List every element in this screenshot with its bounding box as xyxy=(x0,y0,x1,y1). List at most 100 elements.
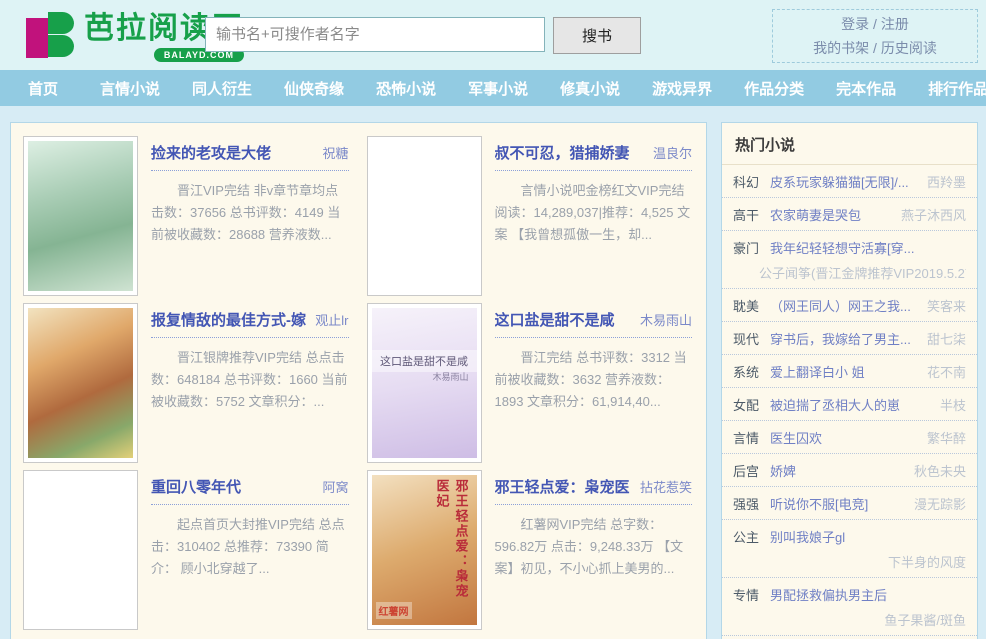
hot-author: 西羚墨 xyxy=(927,172,966,191)
book-cover-art xyxy=(28,475,133,625)
book-cover-art xyxy=(28,308,133,458)
hot-author: 燕子沐西风 xyxy=(901,205,966,224)
hot-list-item: 强强 听说你不服[电竞] 漫无踪影 xyxy=(722,487,977,520)
bookshelf-history-link[interactable]: 我的书架 / 历史阅读 xyxy=(813,38,937,58)
book-cover[interactable] xyxy=(23,470,138,630)
hot-title-link[interactable]: 娇婢 xyxy=(770,461,908,480)
hot-item-main: 公主 别叫我娘子gl xyxy=(733,527,966,546)
book-card: 报复情敌的最佳方式-嫁 观止lr 晋江银牌推荐VIP完结 总点击数：648184… xyxy=(23,301,357,468)
search-button[interactable]: 搜书 xyxy=(553,17,641,54)
hot-category-tag: 强强 xyxy=(733,494,770,513)
nav-item-cultivation[interactable]: 修真小说 xyxy=(544,78,636,99)
nav-item-completed[interactable]: 完本作品 xyxy=(820,78,912,99)
hot-title-link[interactable]: （网王同人）网王之我... xyxy=(770,296,921,315)
hot-author: 繁华醉 xyxy=(927,428,966,447)
book-author-link[interactable]: 观止lr xyxy=(309,310,348,329)
nav-item-horror[interactable]: 恐怖小说 xyxy=(360,78,452,99)
book-title-link[interactable]: 报复情敌的最佳方式-嫁 xyxy=(151,309,306,330)
hot-title-link[interactable]: 医生囚欢 xyxy=(770,428,921,447)
hot-title-link[interactable]: 皮系玩家躲猫猫[无限]/... xyxy=(770,172,921,191)
hot-item-main: 豪门 我年纪轻轻想守活寡[穿... xyxy=(733,238,966,257)
hot-title-link[interactable]: 别叫我娘子gl xyxy=(770,527,960,546)
book-cover[interactable] xyxy=(23,136,138,296)
main-nav: 首页 言情小说 同人衍生 仙侠奇缘 恐怖小说 军事小说 修真小说 游戏异界 作品… xyxy=(0,70,986,106)
book-description: 晋江VIP完结 非v章节章均点击数：37656 总书评数：4149 当前被收藏数… xyxy=(151,180,349,246)
hot-author: 甜七柒 xyxy=(927,329,966,348)
book-info: 捡来的老攻是大佬 祝糖 晋江VIP完结 非v章节章均点击数：37656 总书评数… xyxy=(138,136,357,301)
hot-item-main: 言情 医生囚欢 繁华醉 xyxy=(733,428,966,447)
hot-list-item: 公主 别叫我娘子gl 下半身的风度 xyxy=(722,520,977,578)
hot-list-item: 现代 穿书后，我嫁给了男主... 甜七柒 xyxy=(722,322,977,355)
hot-title-link[interactable]: 我年纪轻轻想守活寡[穿... xyxy=(770,238,960,257)
cover-art-text: 邪王轻点爱：枭宠医妃 xyxy=(433,479,471,609)
book-title-link[interactable]: 邪王轻点爱：枭宠医 xyxy=(495,476,630,497)
hot-category-tag: 专情 xyxy=(733,585,770,604)
book-head: 捡来的老攻是大佬 祝糖 xyxy=(151,142,349,171)
hot-category-tag: 公主 xyxy=(733,527,770,546)
book-card: 邪王轻点爱：枭宠医妃红薯网 邪王轻点爱：枭宠医 拈花惹笑 红薯网VIP完结 总字… xyxy=(367,468,701,635)
book-title-link[interactable]: 捡来的老攻是大佬 xyxy=(151,142,271,163)
hot-item-main: 专情 男配拯救偏执男主后 xyxy=(733,585,966,604)
hot-category-tag: 系统 xyxy=(733,362,770,381)
hot-item-main: 系统 爱上翻译白小 姐 花不南 xyxy=(733,362,966,381)
book-author-link[interactable]: 温良尔 xyxy=(647,143,692,162)
nav-item-military[interactable]: 军事小说 xyxy=(452,78,544,99)
nav-item-romance[interactable]: 言情小说 xyxy=(84,78,176,99)
book-title-link[interactable]: 这口盐是甜不是咸 xyxy=(495,309,615,330)
book-description: 言情小说吧金榜红文VIP完结 阅读：14,289,037|推荐：4,525 文案… xyxy=(495,180,693,246)
nav-item-xianxia[interactable]: 仙侠奇缘 xyxy=(268,78,360,99)
book-cover[interactable]: 邪王轻点爱：枭宠医妃红薯网 xyxy=(367,470,482,630)
hot-list-item: 耽美 （网王同人）网王之我... 笑客来 xyxy=(722,289,977,322)
logo-mark-icon xyxy=(26,12,76,58)
hot-title-link[interactable]: 被迫揣了丞相大人的崽 xyxy=(770,395,934,414)
search-input[interactable] xyxy=(205,17,545,52)
hot-panel-title: 热门小说 xyxy=(722,123,977,165)
user-links-box: 登录 / 注册 我的书架 / 历史阅读 xyxy=(772,9,978,63)
top-header: 芭拉阅读网 BALAYD.COM 搜书 登录 / 注册 我的书架 / 历史阅读 xyxy=(0,0,986,70)
book-description: 起点首页大封推VIP完结 总点击：310402 总推荐：73390 简介： 顾小… xyxy=(151,514,349,580)
book-card: 叔不可忍，猎捕娇妻 温良尔 言情小说吧金榜红文VIP完结 阅读：14,289,0… xyxy=(367,134,701,301)
hot-title-link[interactable]: 男配拯救偏执男主后 xyxy=(770,585,960,604)
hot-category-tag: 女配 xyxy=(733,395,770,414)
nav-item-fanfic[interactable]: 同人衍生 xyxy=(176,78,268,99)
hot-item-main: 高干 农家萌妻是哭包 燕子沐西风 xyxy=(733,205,966,224)
hot-author: 秋色未央 xyxy=(914,461,966,480)
book-card: 捡来的老攻是大佬 祝糖 晋江VIP完结 非v章节章均点击数：37656 总书评数… xyxy=(23,134,357,301)
book-info: 重回八零年代 阿窝 起点首页大封推VIP完结 总点击：310402 总推荐：73… xyxy=(138,470,357,635)
book-card: 重回八零年代 阿窝 起点首页大封推VIP完结 总点击：310402 总推荐：73… xyxy=(23,468,357,635)
book-cover[interactable]: 这口盐是甜不是咸木易雨山 xyxy=(367,303,482,463)
hot-extra-text: 公子闻筝(晋江金牌推荐VIP2019.5.27完结)| xyxy=(733,257,966,282)
hot-title-link[interactable]: 听说你不服[电竞] xyxy=(770,494,908,513)
hot-title-link[interactable]: 穿书后，我嫁给了男主... xyxy=(770,329,921,348)
hot-title-link[interactable]: 农家萌妻是哭包 xyxy=(770,205,895,224)
login-register-link[interactable]: 登录 / 注册 xyxy=(841,14,909,34)
book-cover[interactable] xyxy=(23,303,138,463)
nav-item-categories[interactable]: 作品分类 xyxy=(728,78,820,99)
hot-author: 笑客来 xyxy=(927,296,966,315)
nav-item-home[interactable]: 首页 xyxy=(12,78,84,99)
hot-extra-text: 鱼子果酱/斑鱼 xyxy=(733,604,966,629)
hot-list-item: 后宫 娇婢 秋色未央 xyxy=(722,454,977,487)
hot-author: 漫无踪影 xyxy=(914,494,966,513)
book-author-link[interactable]: 祝糖 xyxy=(316,143,348,162)
hot-list: 科幻 皮系玩家躲猫猫[无限]/... 西羚墨 高干 农家萌妻是哭包 燕子沐西风 … xyxy=(722,165,977,639)
nav-item-rankings[interactable]: 排行作品 xyxy=(912,78,986,99)
book-title-link[interactable]: 重回八零年代 xyxy=(151,476,241,497)
hot-category-tag: 科幻 xyxy=(733,172,770,191)
book-author-link[interactable]: 拈花惹笑 xyxy=(634,477,692,496)
hot-title-link[interactable]: 爱上翻译白小 姐 xyxy=(770,362,921,381)
hot-item-main: 现代 穿书后，我嫁给了男主... 甜七柒 xyxy=(733,329,966,348)
book-cover[interactable] xyxy=(367,136,482,296)
book-head: 报复情敌的最佳方式-嫁 观止lr xyxy=(151,309,349,338)
hot-list-item: 高干 农家萌妻是哭包 燕子沐西风 xyxy=(722,198,977,231)
book-author-link[interactable]: 阿窝 xyxy=(316,477,348,496)
hot-novels-panel: 热门小说 科幻 皮系玩家躲猫猫[无限]/... 西羚墨 高干 农家萌妻是哭包 燕… xyxy=(721,122,978,639)
book-author-link[interactable]: 木易雨山 xyxy=(634,310,692,329)
hot-list-item: 豪门 我年纪轻轻想守活寡[穿... 公子闻筝(晋江金牌推荐VIP2019.5.2… xyxy=(722,231,977,289)
hot-category-tag: 后宫 xyxy=(733,461,770,480)
book-title-link[interactable]: 叔不可忍，猎捕娇妻 xyxy=(495,142,630,163)
nav-item-game-world[interactable]: 游戏异界 xyxy=(636,78,728,99)
book-info: 叔不可忍，猎捕娇妻 温良尔 言情小说吧金榜红文VIP完结 阅读：14,289,0… xyxy=(482,136,701,301)
book-head: 这口盐是甜不是咸 木易雨山 xyxy=(495,309,693,338)
cover-art-text: 这口盐是甜不是咸 xyxy=(372,350,477,372)
